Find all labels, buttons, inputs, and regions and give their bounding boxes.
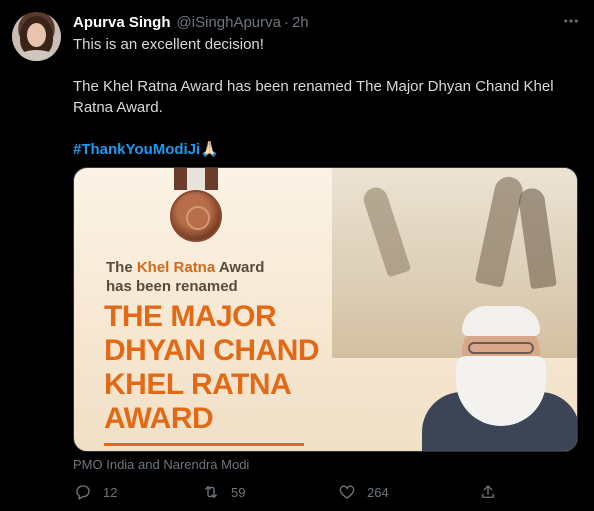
portrait-hair xyxy=(462,306,540,336)
separator-dot: · xyxy=(283,13,289,31)
award-title-line2: DHYAN CHAND xyxy=(104,334,320,367)
award-title-line1: THE MAJOR xyxy=(104,300,277,333)
retweet-count: 59 xyxy=(231,484,246,500)
medal-ribbon xyxy=(174,168,218,190)
avatar-shoulder xyxy=(16,50,57,61)
portrait-image xyxy=(416,296,577,451)
title-underline xyxy=(104,443,304,446)
retweet-button[interactable]: 59 xyxy=(201,482,245,502)
more-horizontal-icon[interactable] xyxy=(561,12,581,32)
hashtag-link[interactable]: #ThankYouModiJi🙏🏻 xyxy=(73,141,219,158)
like-button[interactable]: 264 xyxy=(337,482,389,502)
reply-count: 12 xyxy=(103,484,118,500)
tweet[interactable]: Apurva Singh @iSinghApurva · 2h This is … xyxy=(0,0,594,511)
award-subtitle-line1: The Khel Ratna Award xyxy=(106,259,265,276)
heart-icon xyxy=(337,482,357,502)
tweet-text-line1: This is an excellent decision! xyxy=(73,36,264,53)
share-button[interactable] xyxy=(478,482,508,502)
like-count: 264 xyxy=(367,484,389,500)
reply-button[interactable]: 12 xyxy=(73,482,117,502)
medal-icon xyxy=(170,190,222,242)
award-subtitle-line2: has been renamed xyxy=(106,278,238,295)
retweet-icon xyxy=(201,482,221,502)
share-icon xyxy=(478,482,498,502)
tweet-text-line2: The Khel Ratna Award has been renamed Th… xyxy=(73,78,554,116)
avatar-face xyxy=(27,23,46,47)
tweet-media-image[interactable]: The Khel Ratna Award has been renamed TH… xyxy=(73,167,578,452)
more-horizontal-icon-svg xyxy=(564,19,578,23)
avatar[interactable] xyxy=(12,12,61,61)
award-title-line3: KHEL RATNA xyxy=(104,368,292,401)
reply-icon xyxy=(73,482,93,502)
tweet-header: Apurva Singh @iSinghApurva · 2h xyxy=(73,12,309,32)
portrait-glasses xyxy=(468,342,534,354)
tweet-text: This is an excellent decision! The Khel … xyxy=(73,34,578,160)
tweet-timestamp[interactable]: 2h xyxy=(292,14,309,31)
author-handle[interactable]: @iSinghApurva xyxy=(177,14,281,31)
tweet-actions: 12 59 264 xyxy=(73,482,578,504)
award-title-line4: AWARD xyxy=(104,402,214,435)
media-caption[interactable]: PMO India and Narendra Modi xyxy=(73,457,249,472)
author-name[interactable]: Apurva Singh xyxy=(73,14,171,31)
